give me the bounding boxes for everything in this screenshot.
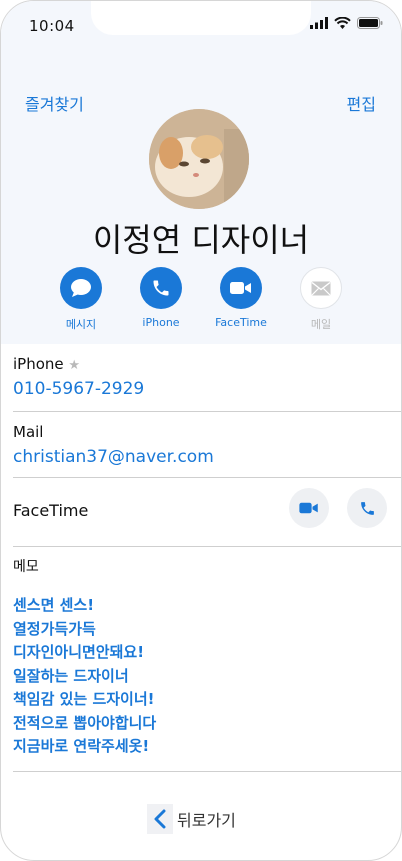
memo-line: 디자인아니면안돼요! [13,643,145,661]
memo-line: 일잘하는 드자이너 [13,666,129,685]
memo-line: 열정가득가득 [13,619,96,638]
video-camera-icon [299,502,318,514]
mail-row[interactable]: Mail christian37@naver.com [13,423,401,478]
signal-icon [310,17,328,29]
phone-number[interactable]: 010-5967-2929 [13,379,401,399]
avatar [149,109,249,209]
call-button[interactable] [140,267,182,309]
facetime-audio-button[interactable] [347,488,387,528]
phone-icon [360,501,374,515]
mail-icon [311,281,331,295]
cat-photo [149,109,249,209]
favorites-button[interactable]: 즐겨찾기 [25,91,84,115]
mail-action[interactable]: 메일 [281,267,361,332]
back-button[interactable]: 뒤로가기 [147,803,236,835]
chevron-left-icon [147,804,173,834]
mail-row-label: Mail [13,423,44,441]
phone-icon [153,280,169,296]
edit-button[interactable]: 편집 [347,91,376,115]
device-notch [91,1,311,35]
status-icons [310,17,383,29]
status-time: 10:04 [29,17,75,35]
memo-line: 지금바로 연락주세옷! [13,737,150,755]
phone-row[interactable]: iPhone ★ 010-5967-2929 [13,355,401,412]
phone-row-label: iPhone [13,355,64,373]
memo-text[interactable]: 센스면 센스! 열정가득가득 디자인아니면안돼요! 일잘하는 드자이너 책임감 … [13,594,401,759]
back-button-label: 뒤로가기 [177,811,236,830]
call-action-label: iPhone [142,316,180,329]
mail-action-label: 메일 [310,318,332,331]
memo-line: 책임감 있는 드자이너! [13,690,155,708]
action-bar: 메시지 iPhone FaceTime 메일 [41,267,361,332]
battery-icon [357,17,383,29]
message-action-label: 메시지 [65,318,97,331]
call-action[interactable]: iPhone [121,267,201,332]
email-address[interactable]: christian37@naver.com [13,447,401,467]
facetime-video-button[interactable] [289,488,329,528]
message-button[interactable] [60,267,102,309]
mail-button[interactable] [300,267,342,309]
facetime-action[interactable]: FaceTime [201,267,281,332]
message-action[interactable]: 메시지 [41,267,121,332]
memo-label: 메모 [13,559,39,575]
contact-name: 이정연 디자이너 [92,221,310,259]
phone-frame: 10:04 즐겨찾기 편집 이정연 디자이너 메시지 iPhone FaceTi… [0,0,402,861]
memo-line: 센스면 센스! [13,596,95,614]
facetime-row: FaceTime [13,478,401,547]
memo-section[interactable]: 메모 센스면 센스! 열정가득가득 디자인아니면안돼요! 일잘하는 드자이너 책… [13,556,401,772]
video-camera-icon [230,282,251,294]
message-icon [71,279,91,297]
facetime-button[interactable] [220,267,262,309]
facetime-row-label: FaceTime [13,501,89,520]
phone-row-label-group: iPhone ★ [13,355,401,373]
facetime-action-label: FaceTime [215,316,267,329]
wifi-icon [334,17,351,29]
favorite-star-icon: ★ [68,358,81,373]
memo-line: 전적으로 뽑아야합니다 [13,713,157,732]
